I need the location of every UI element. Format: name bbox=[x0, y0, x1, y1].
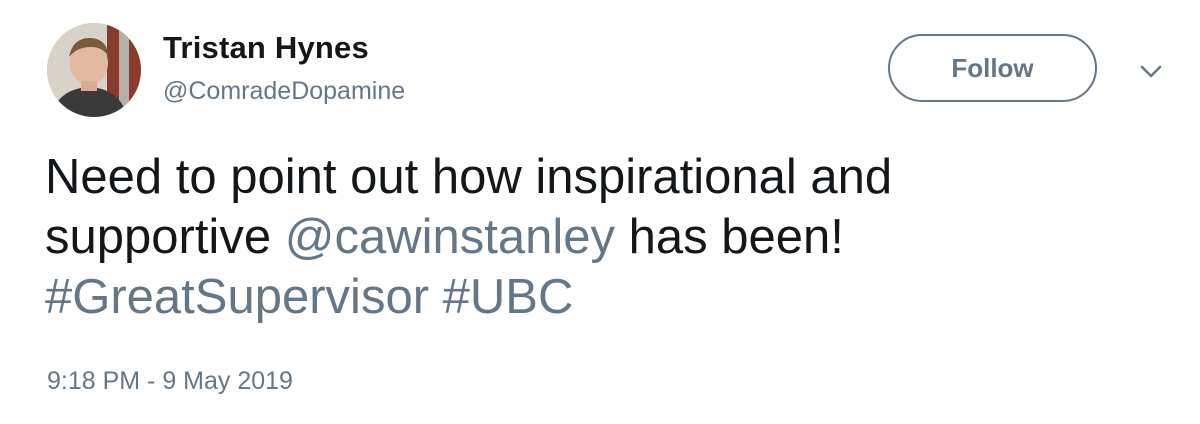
avatar[interactable] bbox=[47, 23, 141, 117]
hashtag-separator bbox=[429, 270, 443, 324]
tweet-text-segment: has been! bbox=[614, 210, 844, 264]
mention-link[interactable]: @cawinstanley bbox=[285, 210, 615, 264]
tweet-line-1: Need to point out how inspirational and bbox=[45, 150, 893, 204]
tweet-line-2: supportive @cawinstanley has been! bbox=[45, 207, 1145, 267]
tweet-text-segment: supportive bbox=[45, 210, 285, 264]
hashtag-link[interactable]: #GreatSupervisor bbox=[45, 270, 429, 324]
user-handle[interactable]: @ComradeDopamine bbox=[163, 77, 405, 106]
hashtag-link[interactable]: #UBC bbox=[443, 270, 574, 324]
profile-photo bbox=[47, 23, 141, 117]
chevron-down-icon[interactable] bbox=[1136, 58, 1166, 84]
tweet-text: Need to point out how inspirational and … bbox=[45, 147, 1145, 327]
tweet-line-3: #GreatSupervisor #UBC bbox=[45, 267, 1145, 327]
tweet-timestamp[interactable]: 9:18 PM - 9 May 2019 bbox=[47, 367, 293, 396]
user-name[interactable]: Tristan Hynes bbox=[163, 30, 369, 66]
tweet-card: Tristan Hynes @ComradeDopamine Follow Ne… bbox=[0, 0, 1200, 424]
follow-button[interactable]: Follow bbox=[888, 34, 1097, 102]
